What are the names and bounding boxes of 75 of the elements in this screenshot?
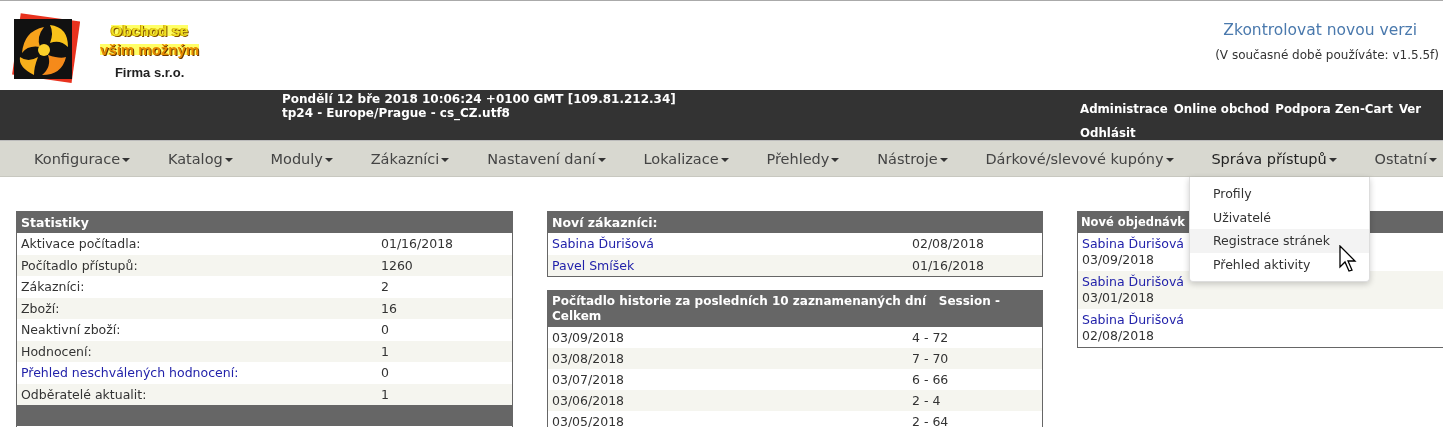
date-cell: 03/09/2018 (1082, 252, 1155, 268)
customer-link[interactable]: Sabina Ďurišová (552, 236, 912, 252)
customer-link[interactable]: Sabina Ďurišová (1082, 274, 1184, 290)
header-link[interactable]: Online obchod (1173, 97, 1270, 121)
stat-label: Odběratelé aktualit: (21, 386, 148, 402)
cursor-icon (1339, 245, 1357, 273)
customer-link[interactable]: Pavel Smíšek (552, 257, 912, 273)
caret-icon (939, 158, 948, 162)
header-link[interactable]: Ver (1398, 97, 1422, 121)
menu-item[interactable]: Přehledy (766, 148, 840, 169)
count-cell-text: 7 - 70 (912, 351, 950, 366)
version-note: (V současné době používáte: v1.5.5f) (1215, 48, 1439, 62)
caret-icon (597, 158, 606, 162)
count-cell-text: 6 - 66 (912, 372, 950, 387)
dropdown-item[interactable]: Registrace stránek (1190, 229, 1369, 253)
menu-item[interactable]: Správa přístupů (1211, 148, 1337, 169)
menu-item[interactable]: Katalog (167, 148, 233, 169)
update-link[interactable]: Zkontrolovat novou verzi (1223, 21, 1417, 39)
logout-link[interactable]: Odhlásit (1080, 121, 1136, 140)
count-cell-text: 2 - 64 (912, 414, 950, 427)
server-info: Pondělí 12 bře 2018 10:06:24 +0100 GMT [109.81.212.34] (282, 92, 676, 106)
stat-value: 2 (381, 279, 390, 295)
caret-icon (1328, 158, 1337, 162)
stat-value: 0 (381, 322, 390, 338)
stat-label: Neaktivní zboží: (21, 322, 122, 338)
stat-label: Zákazníci: (21, 279, 86, 295)
header-link[interactable]: Podpora Zen-Cart (1275, 97, 1393, 121)
company-name: Firma s.r.o. (114, 65, 185, 80)
count-cell-text: 4 - 72 (912, 330, 950, 345)
stat-value: 1 (381, 386, 390, 402)
panel-title: Noví zákazníci: (548, 212, 1042, 233)
server-info: tp24 - Europe/Prague - cs_CZ.utf8 (282, 106, 511, 120)
caret-icon (122, 158, 131, 162)
menu-item[interactable]: Zákazníci (370, 148, 450, 169)
stat-value: 1260 (381, 257, 414, 273)
stat-value: 1 (381, 343, 390, 359)
stat-value: 0 (381, 365, 390, 381)
menu-item[interactable]: Nástroje (877, 148, 948, 169)
date-cell: 02/08/2018 (1082, 328, 1155, 344)
menu-item[interactable]: Konfigurace (34, 148, 131, 169)
date-cell: 03/01/2018 (1082, 290, 1155, 306)
stat-label: Zboží: (21, 300, 61, 316)
stat-label: Počítadlo přístupů: (21, 257, 139, 273)
header-link[interactable]: Administrace (1080, 97, 1168, 121)
date-cell-text: 02/08/2018 (912, 236, 986, 252)
customer-link[interactable]: Sabina Ďurišová (1082, 312, 1184, 328)
caret-icon (720, 158, 729, 162)
menu-item[interactable]: Lokalizace (643, 148, 729, 169)
panel-title: Počítadlo historie za posledních 10 zaznamenaných dní Session - Celkem (548, 291, 1042, 327)
menu-item[interactable]: Nastavení daní (487, 148, 606, 169)
stat-label: Aktivace počítadla: (21, 236, 142, 252)
date-cell-text: 03/05/2018 (552, 414, 626, 427)
date-cell-text: 03/07/2018 (552, 372, 626, 387)
caret-icon (224, 158, 233, 162)
dropdown-item[interactable]: Přehled aktivity (1190, 252, 1369, 276)
date-cell-text: 03/08/2018 (552, 351, 626, 366)
date-cell-text: 01/16/2018 (912, 257, 986, 273)
stat-label: Hodnocení: (21, 343, 93, 359)
stat-value: 01/16/2018 (381, 236, 455, 252)
date-cell-text: 03/09/2018 (552, 330, 626, 345)
caret-icon (1165, 158, 1174, 162)
customer-link[interactable]: Sabina Ďurišová (1082, 236, 1184, 252)
menu-item[interactable]: Moduly (270, 148, 333, 169)
date-cell-text: 03/06/2018 (552, 393, 626, 408)
caret-icon (441, 158, 450, 162)
count-cell-text: 2 - 4 (912, 393, 942, 408)
stat-link[interactable]: Přehled neschválených hodnocení: (21, 365, 381, 381)
dropdown-item[interactable]: Profily (1190, 182, 1369, 206)
menu-item[interactable]: Dárkové/slevové kupóny (985, 148, 1174, 169)
caret-icon (1428, 158, 1437, 162)
menu-item[interactable]: Ostatní (1374, 148, 1437, 169)
panel-title: Statistiky (17, 212, 512, 233)
caret-icon (324, 158, 333, 162)
caret-icon (831, 158, 840, 162)
stat-value: 16 (381, 300, 398, 316)
